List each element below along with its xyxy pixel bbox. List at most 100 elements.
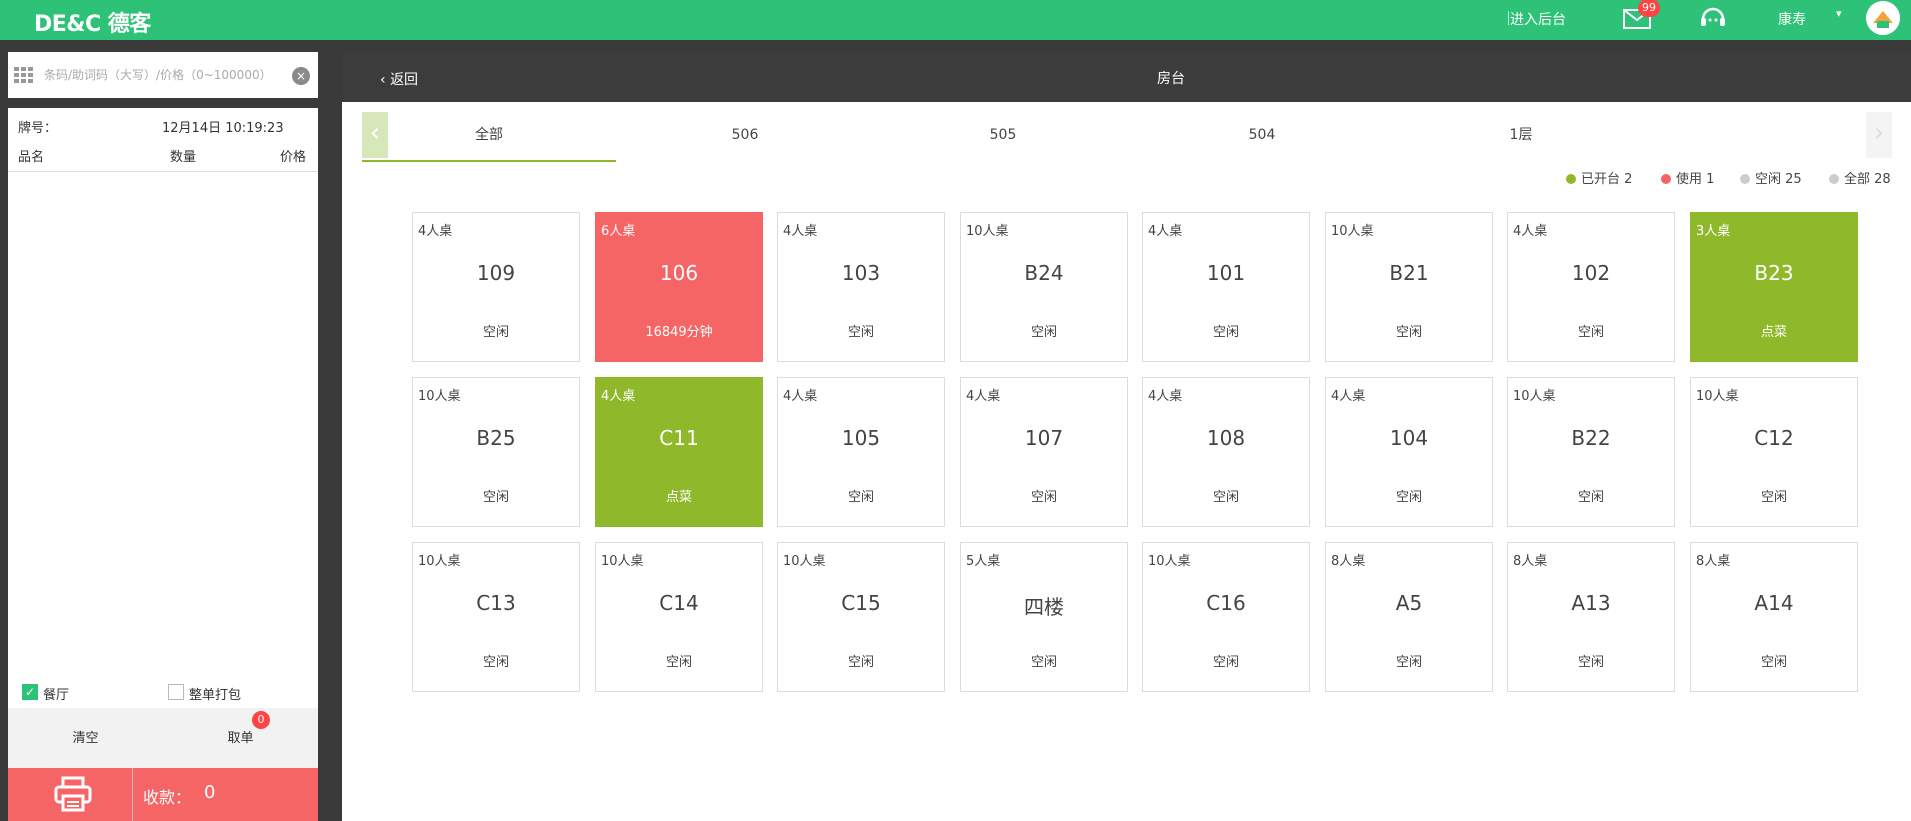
- table-card[interactable]: 10人桌 B22 空闲: [1507, 377, 1675, 527]
- table-card[interactable]: 3人桌 B23 点菜: [1690, 212, 1858, 362]
- table-card[interactable]: 8人桌 A13 空闲: [1507, 542, 1675, 692]
- table-name: B24: [1024, 261, 1064, 285]
- table-name: B25: [476, 426, 516, 450]
- table-card[interactable]: 8人桌 A14 空闲: [1690, 542, 1858, 692]
- grid-icon[interactable]: [14, 67, 34, 83]
- table-name: B23: [1754, 261, 1794, 285]
- table-size: 4人桌: [1148, 224, 1183, 239]
- table-card[interactable]: 5人桌 四楼 空闲: [960, 542, 1128, 692]
- table-card[interactable]: 10人桌 B25 空闲: [412, 377, 580, 527]
- table-name: 108: [1206, 426, 1246, 450]
- card-number-label: 牌号：: [18, 121, 58, 136]
- table-size: 4人桌: [418, 224, 453, 239]
- table-size: 10人桌: [418, 554, 461, 569]
- table-card[interactable]: 10人桌 C15 空闲: [777, 542, 945, 692]
- legend-in-use[interactable]: 使用 1: [1661, 168, 1714, 187]
- table-name: 104: [1389, 426, 1429, 450]
- table-name: C13: [476, 591, 516, 615]
- table-card[interactable]: 6人桌 106 16849分钟: [595, 212, 763, 362]
- table-status: 空闲: [482, 490, 509, 505]
- tab-all[interactable]: 全部: [362, 112, 616, 162]
- table-card[interactable]: 8人桌 A5 空闲: [1325, 542, 1493, 692]
- clear-icon[interactable]: ×: [292, 67, 310, 85]
- table-card[interactable]: 10人桌 B21 空闲: [1325, 212, 1493, 362]
- table-size: 4人桌: [783, 389, 818, 404]
- table-status: 空闲: [1577, 490, 1604, 505]
- printer-icon[interactable]: [54, 776, 92, 812]
- table-name: C14: [659, 591, 699, 615]
- table-card[interactable]: 4人桌 104 空闲: [1325, 377, 1493, 527]
- table-card[interactable]: 4人桌 102 空闲: [1507, 212, 1675, 362]
- legend-opened[interactable]: 已开台 2: [1566, 168, 1632, 187]
- pickup-badge: 0: [252, 711, 270, 729]
- dine-in-checkbox[interactable]: ✓: [22, 684, 38, 700]
- table-card[interactable]: 4人桌 105 空闲: [777, 377, 945, 527]
- order-time: 12月14日 10:19:23: [162, 121, 284, 136]
- table-status: 空闲: [482, 325, 509, 340]
- column-qty: 数量: [170, 150, 197, 165]
- table-card[interactable]: 4人桌 107 空闲: [960, 377, 1128, 527]
- table-card[interactable]: 4人桌 108 空闲: [1142, 377, 1310, 527]
- table-name: 105: [841, 426, 881, 450]
- table-card[interactable]: 10人桌 B24 空闲: [960, 212, 1128, 362]
- column-name: 品名: [18, 150, 45, 165]
- dine-in-label: 餐厅: [43, 688, 70, 703]
- admin-link[interactable]: 进入后台: [1510, 9, 1566, 29]
- collect-label: 收款：: [143, 788, 192, 807]
- status-legend: 已开台 2 使用 1 空闲 25 全部 28: [342, 168, 1911, 188]
- table-status: 空闲: [847, 655, 874, 670]
- collect-amount: 0: [204, 782, 216, 803]
- status-dot-icon: [1740, 174, 1750, 184]
- table-status: 空闲: [1760, 490, 1787, 505]
- table-size: 10人桌: [966, 224, 1009, 239]
- table-status: 空闲: [1212, 490, 1239, 505]
- tab-1f[interactable]: 1层: [1392, 112, 1650, 162]
- legend-idle[interactable]: 空闲 25: [1740, 168, 1802, 187]
- clear-button[interactable]: 清空: [8, 708, 163, 768]
- table-status: 空闲: [1030, 325, 1057, 340]
- table-size: 4人桌: [1331, 389, 1366, 404]
- tab-505[interactable]: 505: [874, 112, 1132, 162]
- takeaway-checkbox[interactable]: [168, 684, 184, 700]
- table-size: 8人桌: [1696, 554, 1731, 569]
- table-size: 3人桌: [1696, 224, 1731, 239]
- table-card[interactable]: 4人桌 101 空闲: [1142, 212, 1310, 362]
- table-status: 16849分钟: [645, 325, 713, 340]
- table-name: 四楼: [1024, 595, 1064, 619]
- table-card[interactable]: 10人桌 C14 空闲: [595, 542, 763, 692]
- table-name: A5: [1395, 591, 1423, 615]
- legend-all[interactable]: 全部 28: [1829, 168, 1891, 187]
- tabs-next-button[interactable]: ›: [1866, 112, 1892, 158]
- pickup-button[interactable]: 取单: [163, 708, 318, 768]
- search-input[interactable]: [44, 64, 284, 86]
- avatar-icon[interactable]: [1866, 1, 1900, 35]
- tab-504[interactable]: 504: [1132, 112, 1392, 162]
- table-card[interactable]: 4人桌 C11 点菜: [595, 377, 763, 527]
- table-name: C16: [1206, 591, 1246, 615]
- mail-badge: 99: [1638, 0, 1660, 17]
- table-card[interactable]: 10人桌 C16 空闲: [1142, 542, 1310, 692]
- user-name[interactable]: 康寿: [1778, 9, 1806, 29]
- table-card[interactable]: 4人桌 109 空闲: [412, 212, 580, 362]
- tab-506[interactable]: 506: [616, 112, 874, 162]
- table-card[interactable]: 4人桌 103 空闲: [777, 212, 945, 362]
- table-name: 106: [659, 261, 699, 285]
- top-bar: DE&C 德客 进入后台 99 康寿 ▾: [0, 0, 1911, 40]
- table-card[interactable]: 10人桌 C13 空闲: [412, 542, 580, 692]
- brand-logo: DE&C 德客: [34, 12, 151, 37]
- table-status: 点菜: [665, 490, 692, 505]
- table-name: 107: [1024, 426, 1064, 450]
- order-options: ✓ 餐厅 整单打包: [8, 678, 318, 708]
- table-name: 109: [476, 261, 516, 285]
- table-size: 8人桌: [1513, 554, 1548, 569]
- table-card[interactable]: 10人桌 C12 空闲: [1690, 377, 1858, 527]
- table-name: A13: [1571, 591, 1611, 615]
- headset-icon[interactable]: [1698, 4, 1728, 32]
- table-name: A14: [1754, 591, 1794, 615]
- table-name: B21: [1389, 261, 1429, 285]
- payment-bar: 收款： 0: [8, 768, 318, 821]
- table-size: 4人桌: [783, 224, 818, 239]
- table-size: 4人桌: [1513, 224, 1548, 239]
- table-name: 101: [1206, 261, 1246, 285]
- chevron-down-icon[interactable]: ▾: [1836, 7, 1842, 20]
